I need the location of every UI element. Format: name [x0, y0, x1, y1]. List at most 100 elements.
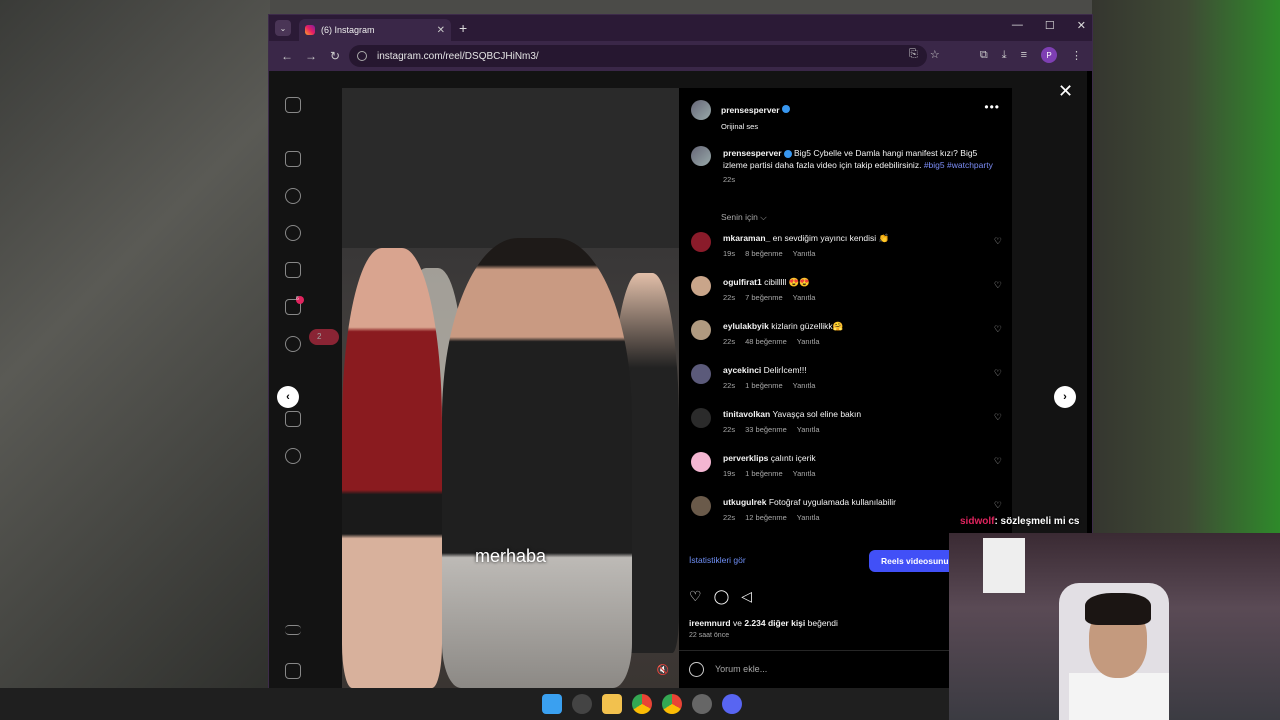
comment-likes[interactable]: 1 beğenme: [745, 381, 783, 390]
explore-icon[interactable]: [285, 225, 301, 241]
comment-icon[interactable]: ◯: [714, 588, 730, 605]
comment-body: Yavaşça sol eline bakın: [772, 409, 862, 419]
comment-likes[interactable]: 12 beğenme: [745, 513, 787, 522]
commenter-avatar[interactable]: [691, 276, 711, 296]
close-window-button[interactable]: ✕: [1077, 19, 1086, 32]
reel-video[interactable]: merhaba 🔇: [342, 88, 679, 688]
comment-body: Fotoğraf uygulamada kullanılabilir: [768, 497, 896, 507]
author-username[interactable]: prensesperver: [721, 105, 780, 115]
chrome-icon[interactable]: [662, 694, 682, 714]
share-send-icon[interactable]: ◁: [741, 588, 752, 605]
reply-button[interactable]: Yanıtla: [793, 469, 816, 478]
comment-like-icon[interactable]: ♡: [994, 368, 1002, 379]
likes-others[interactable]: 2.234 diğer kişi: [744, 618, 805, 628]
file-explorer-icon[interactable]: [602, 694, 622, 714]
comment-likes[interactable]: 7 beğenme: [745, 293, 783, 302]
comment-like-icon[interactable]: ♡: [994, 500, 1002, 511]
home-icon[interactable]: [285, 151, 301, 167]
dashboard-icon[interactable]: [285, 411, 301, 427]
commenter-username[interactable]: ogulfirat1: [723, 277, 762, 287]
likes-username[interactable]: ireemnurd: [689, 618, 731, 628]
profile-avatar[interactable]: P: [1041, 47, 1057, 63]
like-heart-icon[interactable]: ♡: [689, 588, 702, 605]
tab-search-button[interactable]: ⌄: [275, 20, 291, 36]
start-windows-icon[interactable]: [542, 694, 562, 714]
mute-icon[interactable]: 🔇: [657, 665, 669, 676]
reply-button[interactable]: Yanıtla: [793, 249, 816, 258]
comment-row: perverklips çalıntı içerik 19s 1 beğenme…: [679, 452, 1012, 496]
comment-input[interactable]: Yorum ekle...: [715, 664, 767, 674]
more-options-icon[interactable]: •••: [984, 100, 1000, 114]
reels-icon[interactable]: [285, 262, 301, 278]
comment-row: mkaraman_ en sevdiğim yayıncı kendisi 👏 …: [679, 232, 1012, 276]
caption-username[interactable]: prensesperver: [723, 148, 782, 158]
commenter-avatar[interactable]: [691, 232, 711, 252]
reply-button[interactable]: Yanıtla: [793, 293, 816, 302]
reply-button[interactable]: Yanıtla: [793, 381, 816, 390]
likes-summary[interactable]: ireemnurd ve 2.234 diğer kişi beğendi: [689, 618, 838, 628]
previous-reel-button[interactable]: ‹: [277, 386, 299, 408]
commenter-username[interactable]: mkaraman_: [723, 233, 770, 243]
back-button[interactable]: ←: [281, 49, 293, 63]
commenter-avatar[interactable]: [691, 408, 711, 428]
reply-button[interactable]: Yanıtla: [797, 425, 820, 434]
comment-like-icon[interactable]: ♡: [994, 324, 1002, 335]
also-from-meta-icon[interactable]: [285, 663, 301, 679]
comment-like-icon[interactable]: ♡: [994, 236, 1002, 247]
view-insights-link[interactable]: İstatistikleri gör: [689, 555, 746, 565]
notification-chip[interactable]: 2: [309, 329, 339, 345]
next-reel-button[interactable]: ›: [1054, 386, 1076, 408]
comment-likes[interactable]: 48 beğenme: [745, 337, 787, 346]
new-tab-button[interactable]: +: [459, 20, 467, 36]
minimize-button[interactable]: —: [1012, 19, 1023, 32]
tab-instagram[interactable]: (6) Instagram ✕: [299, 19, 451, 41]
comment-like-icon[interactable]: ♡: [994, 412, 1002, 423]
search-icon[interactable]: [285, 188, 301, 204]
reload-button[interactable]: ↻: [329, 49, 341, 63]
media-controls-icon[interactable]: ≡: [1021, 49, 1027, 61]
extensions-icon[interactable]: ⧉: [980, 49, 988, 62]
comment-like-icon[interactable]: ♡: [994, 456, 1002, 467]
hashtag-link[interactable]: #watchparty: [947, 160, 993, 170]
comment-likes[interactable]: 8 beğenme: [745, 249, 783, 258]
instagram-logo-icon[interactable]: [285, 97, 301, 113]
comment-likes[interactable]: 1 beğenme: [745, 469, 783, 478]
close-modal-icon[interactable]: ✕: [1058, 81, 1073, 102]
more-menu-icon[interactable]: [285, 625, 301, 635]
search-icon[interactable]: [572, 694, 592, 714]
bookmark-star-icon[interactable]: ☆: [930, 48, 940, 61]
discord-icon[interactable]: [722, 694, 742, 714]
commenter-username[interactable]: tinitavolkan: [723, 409, 770, 419]
chrome-icon[interactable]: [632, 694, 652, 714]
comment-likes[interactable]: 33 beğenme: [745, 425, 787, 434]
hashtag-link[interactable]: #big5: [924, 160, 945, 170]
profile-icon[interactable]: [285, 448, 301, 464]
caption-avatar[interactable]: [691, 146, 711, 166]
notifications-heart-icon[interactable]: [285, 336, 301, 352]
commenter-username[interactable]: eylulakbyik: [723, 321, 769, 331]
address-bar[interactable]: instagram.com/reel/DSQBCJHiNm3/: [349, 45, 927, 67]
emoji-icon[interactable]: [689, 662, 704, 677]
forward-button[interactable]: →: [305, 49, 317, 63]
reply-button[interactable]: Yanıtla: [797, 513, 820, 522]
install-app-icon[interactable]: ⎘: [909, 48, 918, 61]
commenter-username[interactable]: perverklips: [723, 453, 768, 463]
downloads-icon[interactable]: ⤓: [1002, 49, 1007, 62]
commenter-username[interactable]: utkugulrek: [723, 497, 766, 507]
commenter-avatar[interactable]: [691, 496, 711, 516]
commenter-username[interactable]: aycekinci: [723, 365, 761, 375]
commenter-avatar[interactable]: [691, 452, 711, 472]
commenter-avatar[interactable]: [691, 364, 711, 384]
tab-close-icon[interactable]: ✕: [437, 25, 445, 36]
commenter-avatar[interactable]: [691, 320, 711, 340]
author-avatar[interactable]: [691, 100, 711, 120]
tab-title: (6) Instagram: [321, 25, 375, 35]
reply-button[interactable]: Yanıtla: [797, 337, 820, 346]
comment-sort-dropdown[interactable]: Senin için ⌵: [721, 212, 767, 223]
menu-kebab-icon[interactable]: ⋮: [1071, 49, 1082, 62]
steam-icon[interactable]: [692, 694, 712, 714]
comment-like-icon[interactable]: ♡: [994, 280, 1002, 291]
audio-label[interactable]: Orijinal ses: [721, 122, 790, 131]
maximize-button[interactable]: ☐: [1045, 19, 1055, 32]
site-info-icon[interactable]: [357, 51, 367, 61]
